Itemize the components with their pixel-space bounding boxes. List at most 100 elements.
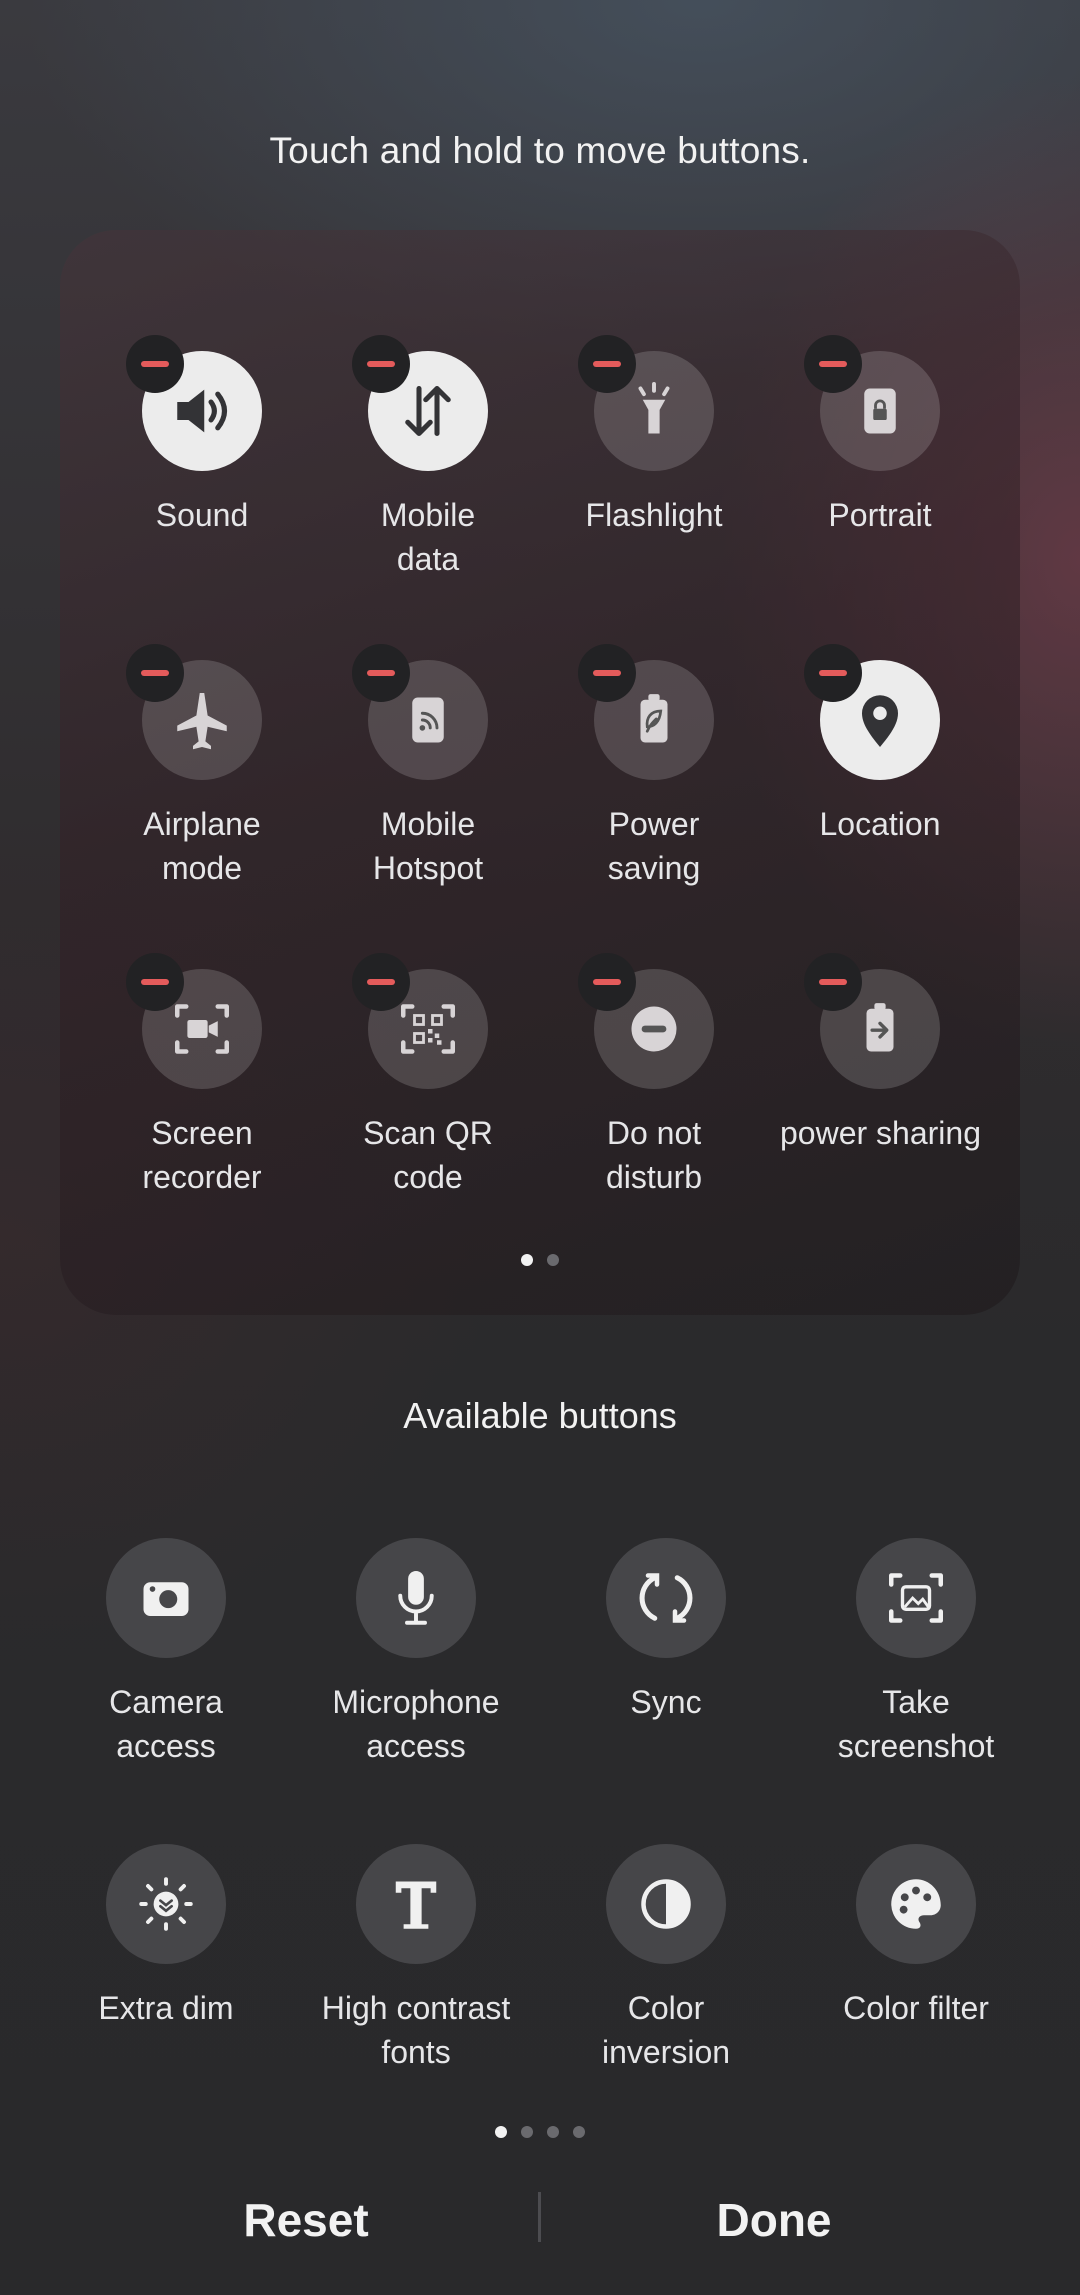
quick-setting-tile[interactable]: Location [767,644,993,846]
tile-button[interactable] [126,644,262,780]
tile-button[interactable] [578,644,714,780]
page-dot[interactable] [547,1254,559,1266]
tile-label: Sound [155,497,249,533]
tile-label: Mobile Hotspot [372,806,484,886]
reset-button[interactable]: Reset [106,2180,506,2260]
tile-label: Mobile data [380,497,476,577]
tile-label: Location [819,806,941,842]
tile-label: Flashlight [585,497,723,533]
power-sharing-icon [844,993,916,1065]
tile-label: Camera access [109,1684,223,1764]
available-tile[interactable]: Sync [553,1538,779,1724]
quick-setting-tile[interactable]: power sharing [767,953,993,1155]
action-divider [538,2192,541,2242]
screenshot-icon [880,1562,952,1634]
remove-badge[interactable] [126,335,184,393]
quick-setting-tile[interactable]: Screen recorder [89,953,315,1199]
remove-badge[interactable] [352,644,410,702]
quick-setting-tile[interactable]: Mobile data [315,335,541,581]
mobile-data-icon [392,375,464,447]
tile-button[interactable] [804,335,940,471]
remove-badge[interactable] [578,335,636,393]
tile-button[interactable] [352,335,488,471]
tile-button[interactable] [606,1844,726,1964]
page-dot[interactable] [521,1254,533,1266]
tile-button[interactable] [106,1844,226,1964]
available-tile[interactable]: Extra dim [53,1844,279,2030]
instruction-text: Touch and hold to move buttons. [269,130,811,171]
tile-button[interactable] [578,953,714,1089]
tile-button[interactable] [856,1538,976,1658]
tile-label: Color filter [843,1990,989,2026]
quick-setting-tile[interactable]: Sound [89,335,315,537]
airplane-icon [166,684,238,756]
tile-button[interactable] [356,1844,476,1964]
active-buttons-panel: Sound Mobile data Flashlight Portrait Airpla… [60,230,1020,1315]
page-dot[interactable] [573,2126,585,2138]
flashlight-icon [618,375,690,447]
tile-button[interactable] [804,644,940,780]
active-page-indicator [60,1254,1020,1266]
tile-button[interactable] [856,1844,976,1964]
available-tile[interactable]: Camera access [53,1538,279,1768]
remove-badge[interactable] [804,953,862,1011]
tile-button[interactable] [578,335,714,471]
tile-button[interactable] [804,953,940,1089]
tile-label: Screen recorder [142,1115,262,1195]
sync-icon [630,1562,702,1634]
color-inversion-icon [630,1868,702,1940]
tile-button[interactable] [352,953,488,1089]
tile-button[interactable] [352,644,488,780]
tile-label: Color inversion [601,1990,731,2070]
quick-setting-tile[interactable]: Scan QR code [315,953,541,1199]
do-not-disturb-icon [618,993,690,1065]
available-buttons-title: Available buttons [403,1395,677,1436]
tile-label: Take screenshot [837,1684,995,1764]
tile-label: Do not disturb [605,1115,703,1195]
quick-setting-tile[interactable]: Portrait [767,335,993,537]
color-filter-icon [880,1868,952,1940]
remove-badge[interactable] [578,953,636,1011]
tile-button[interactable] [356,1538,476,1658]
tile-label: power sharing [780,1115,980,1151]
high-contrast-fonts-icon [380,1868,452,1940]
available-tile[interactable]: Take screenshot [803,1538,1029,1768]
available-tile[interactable]: Microphone access [303,1538,529,1768]
page-dot[interactable] [521,2126,533,2138]
tile-label: Power saving [607,806,701,886]
quick-setting-tile[interactable]: Airplane mode [89,644,315,890]
tile-label: Extra dim [98,1990,234,2026]
tile-button[interactable] [126,335,262,471]
available-page-indicator [0,2126,1080,2138]
tile-button[interactable] [126,953,262,1089]
quick-setting-tile[interactable]: Flashlight [541,335,767,537]
available-tile[interactable]: Color inversion [553,1844,779,2074]
hotspot-icon [392,684,464,756]
tile-label: High contrast fonts [321,1990,511,2070]
tile-button[interactable] [606,1538,726,1658]
camera-icon [130,1562,202,1634]
remove-badge[interactable] [578,644,636,702]
tile-button[interactable] [106,1538,226,1658]
quick-setting-tile[interactable]: Power saving [541,644,767,890]
quick-setting-tile[interactable]: Mobile Hotspot [315,644,541,890]
quick-setting-tile[interactable]: Do not disturb [541,953,767,1199]
available-tile[interactable]: Color filter [803,1844,1029,2030]
tile-label: Microphone access [332,1684,500,1764]
remove-badge[interactable] [804,335,862,393]
remove-badge[interactable] [352,335,410,393]
page-dot[interactable] [495,2126,507,2138]
remove-badge[interactable] [126,644,184,702]
location-icon [844,684,916,756]
tile-label: Sync [630,1684,702,1720]
tile-label: Portrait [828,497,932,533]
available-tile[interactable]: High contrast fonts [303,1844,529,2074]
remove-badge[interactable] [126,953,184,1011]
portrait-lock-icon [844,375,916,447]
remove-badge[interactable] [804,644,862,702]
remove-badge[interactable] [352,953,410,1011]
sound-icon [166,375,238,447]
done-button[interactable]: Done [574,2180,974,2260]
page-dot[interactable] [547,2126,559,2138]
extra-dim-icon [130,1868,202,1940]
